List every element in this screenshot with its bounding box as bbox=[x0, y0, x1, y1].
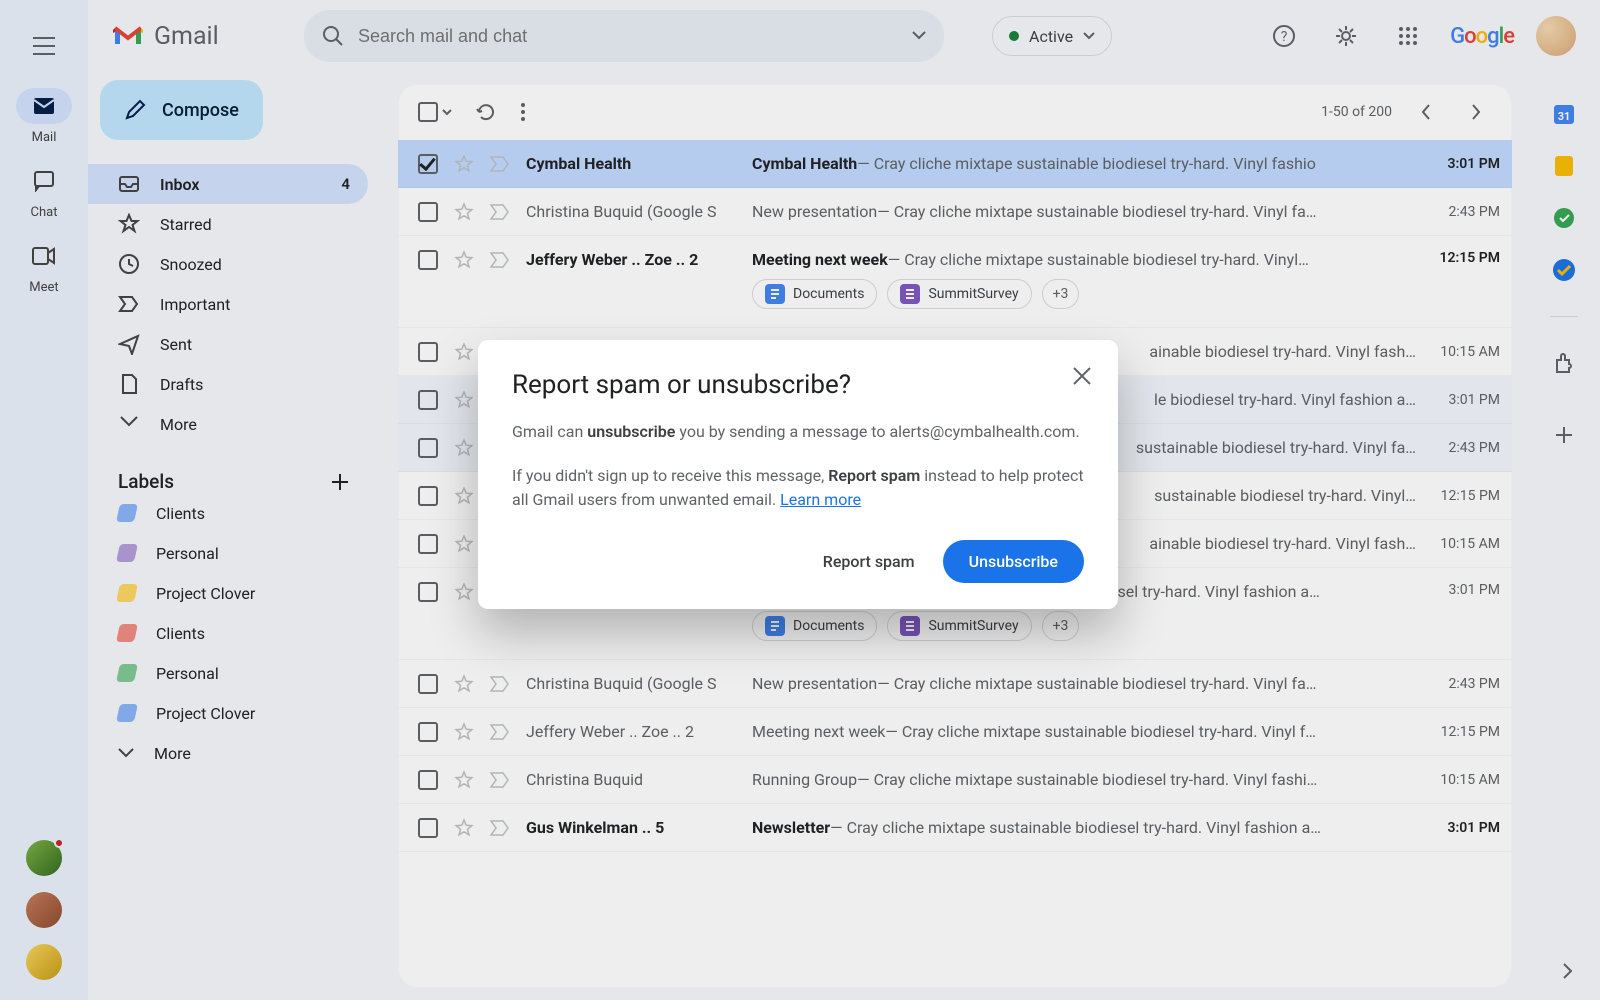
dialog-title: Report spam or unsubscribe? bbox=[512, 370, 1084, 400]
dialog-body-2: If you didn't sign up to receive this me… bbox=[512, 464, 1084, 512]
unsubscribe-button[interactable]: Unsubscribe bbox=[943, 540, 1084, 583]
learn-more-link[interactable]: Learn more bbox=[780, 490, 861, 509]
report-spam-button[interactable]: Report spam bbox=[815, 542, 923, 581]
dialog-close-button[interactable] bbox=[1072, 366, 1092, 386]
close-icon bbox=[1072, 366, 1092, 386]
unsubscribe-dialog: Report spam or unsubscribe? Gmail can un… bbox=[478, 340, 1118, 609]
dialog-body-1: Gmail can unsubscribe you by sending a m… bbox=[512, 420, 1084, 444]
